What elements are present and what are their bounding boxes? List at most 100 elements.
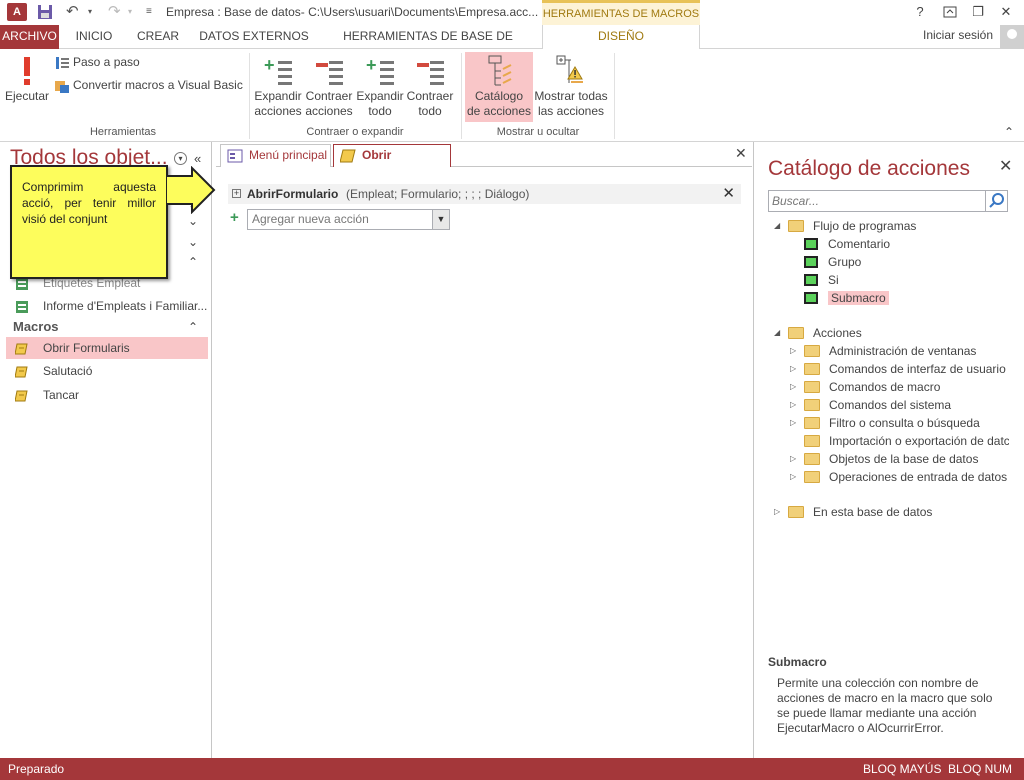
nav-item-macro[interactable]: Salutació [6,360,208,382]
expand-triangle-icon[interactable]: ▷ [790,378,796,396]
save-icon[interactable] [37,2,53,22]
expand-triangle-icon[interactable]: ▷ [790,450,796,468]
tree-folder-category[interactable]: ▷ Importación o exportación de datc [804,432,1009,450]
expand-all-button[interactable]: + Expandir todo [356,55,404,119]
close-window-icon[interactable]: ✕ [992,2,1020,22]
show-all-actions-button[interactable]: Mostrar todas las acciones [533,55,609,119]
macro-editor: + AbrirFormulario (Empleat; Formulario; … [216,167,752,758]
tab-design[interactable]: DISEÑO [542,25,700,50]
step-button[interactable]: Paso a paso [54,55,140,71]
tree-folder-category[interactable]: ▷ Objetos de la base de datos [790,450,978,468]
collapse-actions-button[interactable]: Contraer acciones [305,55,353,119]
tree-folder-category[interactable]: ▷ Filtro o consulta o búsqueda [790,414,980,432]
tree-folder-actions[interactable]: ◢ Acciones [774,324,862,342]
avatar[interactable] [1000,25,1024,49]
folder-icon [804,434,820,447]
expand-triangle-icon[interactable]: ▷ [790,468,796,486]
expand-all-icon: + [364,55,396,87]
tree-folder-category[interactable]: ▷ Comandos de interfaz de usuario [790,360,1006,378]
run-button[interactable]: Ejecutar [4,55,50,104]
dropdown-arrow-icon[interactable]: ▼ [432,210,449,229]
undo-dropdown-icon[interactable]: ▾ [88,2,92,22]
nav-menu-icon[interactable]: ▾ [174,152,187,165]
tree-folder-category[interactable]: ▷ Comandos del sistema [790,396,951,414]
tree-item-action[interactable]: Grupo [804,253,861,271]
macro-icon [14,341,29,355]
collapse-group-icon[interactable]: ⌃ [188,255,198,269]
collapse-all-button[interactable]: Contraer todo [406,55,454,119]
customize-toolbar-icon[interactable]: ≡ [146,2,152,22]
form-icon [227,149,243,163]
nav-item-macro[interactable]: Obrir Formularis [6,337,208,359]
folder-icon [788,326,804,339]
expand-triangle-icon[interactable]: ▷ [790,396,796,414]
action-name: AbrirFormulario [247,187,339,201]
expand-action-icon[interactable]: + [232,189,241,198]
expand-triangle-icon[interactable]: ▷ [790,342,796,360]
tree-item-action-selected[interactable]: Submacro [804,289,889,307]
collapse-triangle-icon[interactable]: ◢ [774,324,780,342]
tree-folder-category[interactable]: ▷ Administración de ventanas [790,342,976,360]
nav-item-macro[interactable]: Tancar [6,384,208,406]
close-tab-icon[interactable]: ✕ [735,145,747,162]
tree-folder-category[interactable]: ▷ Operaciones de entrada de datos [790,468,1007,486]
undo-icon[interactable]: ↶ [66,2,79,22]
restore-icon[interactable]: ❐ [964,2,992,22]
tree-folder-this-database[interactable]: ▷ En esta base de datos [774,503,932,521]
group-label-show: Mostrar u ocultar [496,126,580,138]
delete-action-icon[interactable]: ✕ [722,184,735,204]
close-catalog-icon[interactable]: ✕ [999,156,1012,176]
tab-home[interactable]: INICIO [66,25,122,49]
folder-icon [804,470,820,483]
expand-actions-button[interactable]: + Expandir acciones [254,55,302,119]
convert-macros-button[interactable]: Convertir macros a Visual Basic [54,78,243,94]
window-title: Empresa : Base de datos- C:\Users\usuari… [166,5,539,19]
expand-triangle-icon[interactable]: ▷ [774,503,780,521]
description-text: Permite una colección con nombre de acci… [777,676,993,735]
doc-tab-open-forms[interactable]: Obrir Formularis [333,144,451,183]
description-title: Submacro [768,655,827,669]
action-box-icon [804,291,818,304]
tree-item-action[interactable]: Si [804,271,839,289]
report-icon [15,299,29,313]
step-icon [54,55,70,71]
collapse-ribbon-icon[interactable]: ⌃ [1004,125,1014,139]
redo-icon[interactable]: ↷ [108,2,121,22]
macro-icon [339,149,356,163]
ribbon-tabs: ARCHIVO INICIO CREAR DATOS EXTERNOS HERR… [0,25,1024,66]
action-catalog-button[interactable]: Catálogo de acciones [465,52,533,122]
action-catalog-pane: Catálogo de acciones ✕ Buscar... ◢ Flujo… [753,142,1024,758]
doc-tab-main-menu[interactable]: Menú principal [220,144,331,167]
folder-icon [788,219,804,232]
macro-icon [14,388,29,402]
collapse-group-icon[interactable]: ⌃ [188,320,198,334]
tab-create[interactable]: CREAR [130,25,186,49]
tab-database-tools[interactable]: HERRAMIENTAS DE BASE DE DATOS [322,25,534,66]
folder-icon [804,362,820,375]
expand-group-icon[interactable]: ⌄ [188,214,198,228]
nav-section-macros[interactable]: Macros [13,319,59,334]
expand-triangle-icon[interactable]: ▷ [790,414,796,432]
help-button[interactable]: ? [906,2,934,22]
access-app-icon[interactable]: A [7,3,27,21]
collapse-triangle-icon[interactable]: ◢ [774,217,780,235]
tree-item-action[interactable]: Comentario [804,235,890,253]
redo-dropdown-icon[interactable]: ▾ [128,2,132,22]
shutter-bar-close-icon[interactable]: « [194,151,201,166]
expand-group-icon[interactable]: ⌄ [188,235,198,249]
macro-icon [14,364,29,378]
tree-folder-category[interactable]: ▷ Comandos de macro [790,378,940,396]
search-icon[interactable] [985,191,1007,211]
nav-item-report[interactable]: Informe d'Empleats i Familiar... [6,295,208,317]
sign-in-link[interactable]: Iniciar sesión [923,28,993,42]
new-action-select[interactable]: Agregar nueva acción ▼ [247,209,450,230]
tree-folder-program-flow[interactable]: ◢ Flujo de programas [774,217,916,235]
catalog-search-input[interactable]: Buscar... [768,190,1008,212]
action-box-icon [804,273,818,286]
action-row-open-form[interactable]: + AbrirFormulario (Empleat; Formulario; … [228,184,741,204]
tab-file[interactable]: ARCHIVO [0,25,59,49]
ribbon-display-icon[interactable] [936,2,964,22]
action-catalog-icon [483,55,515,87]
expand-triangle-icon[interactable]: ▷ [790,360,796,378]
tab-external-data[interactable]: DATOS EXTERNOS [196,25,312,49]
